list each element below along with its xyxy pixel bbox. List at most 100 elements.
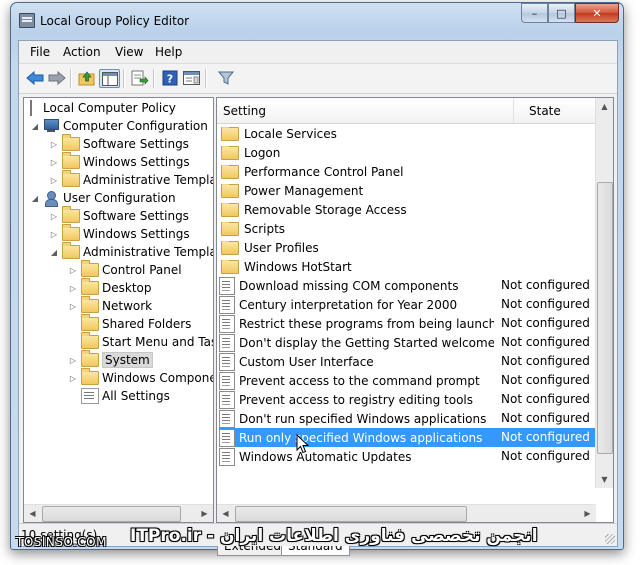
list-item[interactable]: Windows HotStart — [219, 257, 599, 276]
setting-state: Not configured — [501, 316, 590, 330]
list-item[interactable]: Download missing COM components Not conf… — [219, 276, 599, 295]
tree-item-system[interactable]: ▷ System — [68, 350, 153, 369]
list-item[interactable]: User Profiles — [219, 238, 599, 257]
tree-item-network[interactable]: ▷ Network — [68, 296, 153, 315]
show-extended-view-button[interactable] — [182, 69, 201, 87]
tree-item-administrative-templates[interactable]: ◢ Administrative Templates — [49, 242, 213, 261]
export-list-button[interactable] — [130, 69, 149, 87]
toolbar: ? — [19, 63, 617, 94]
tree-item-label: Computer Configuration — [63, 119, 208, 133]
scrollbar-thumb[interactable] — [235, 506, 467, 522]
title-bar[interactable]: Local Group Policy Editor – □ ✕ — [11, 3, 623, 35]
list-item-selected[interactable]: Run only specified Windows applications … — [219, 428, 599, 447]
scroll-right-icon[interactable]: ▶ — [196, 505, 213, 522]
list-item[interactable]: Don't display the Getting Started welcom… — [219, 333, 599, 352]
list-vertical-scrollbar[interactable]: ▲ ▼ — [595, 98, 613, 488]
tree-item-desktop[interactable]: ▷ Desktop — [68, 278, 152, 297]
collapse-arrow-icon[interactable]: ◢ — [49, 246, 59, 258]
setting-state: Not configured — [501, 354, 590, 368]
list-item[interactable]: Scripts — [219, 219, 599, 238]
console-tree-pane[interactable]: Local Computer Policy ◢ Computer Configu… — [23, 97, 214, 523]
tree-item-user-configuration[interactable]: ◢ User Configuration — [30, 189, 176, 207]
tree-item-windows-components[interactable]: ▷ Windows Components — [68, 368, 213, 387]
up-one-level-button[interactable] — [77, 69, 96, 87]
resize-grip-icon[interactable] — [605, 534, 615, 544]
menu-action[interactable]: Action — [63, 45, 101, 59]
menu-help[interactable]: Help — [155, 45, 182, 59]
setting-name: Windows Automatic Updates — [239, 449, 412, 464]
back-button[interactable] — [25, 69, 44, 87]
folder-icon — [62, 206, 80, 223]
expand-arrow-icon[interactable]: ▷ — [49, 138, 59, 150]
folder-icon — [81, 296, 99, 313]
column-setting[interactable]: Setting — [223, 104, 266, 118]
tree-item-administrative-templates[interactable]: ▷ Administrative Templates — [49, 170, 213, 189]
menu-view[interactable]: View — [115, 45, 143, 59]
expand-arrow-icon[interactable]: ▷ — [68, 300, 78, 312]
window-title: Local Group Policy Editor — [40, 14, 190, 28]
mouse-cursor-icon — [296, 434, 310, 454]
column-divider[interactable] — [513, 98, 514, 123]
list-item[interactable]: Locale Services — [219, 124, 599, 143]
setting-name: Power Management — [244, 183, 364, 198]
folder-icon — [81, 278, 99, 295]
policy-setting-icon — [219, 447, 235, 466]
tree-item-software-settings[interactable]: ▷ Software Settings — [49, 134, 189, 153]
tree-horizontal-scrollbar[interactable]: ◀ ▶ — [24, 504, 213, 522]
scroll-left-icon[interactable]: ◀ — [217, 505, 234, 522]
scrollbar-thumb[interactable] — [42, 506, 181, 522]
scrollbar-thumb[interactable] — [597, 182, 613, 454]
list-item[interactable]: Prevent access to the command prompt Not… — [219, 371, 599, 390]
expand-arrow-icon[interactable]: ▷ — [49, 156, 59, 168]
scroll-down-icon[interactable]: ▼ — [596, 471, 613, 488]
menu-file[interactable]: File — [30, 45, 50, 59]
scroll-right-icon[interactable]: ▶ — [579, 505, 596, 522]
maximize-button[interactable]: □ — [548, 3, 575, 23]
tree-item-local-computer-policy[interactable]: Local Computer Policy — [26, 99, 176, 117]
tree-item-windows-settings[interactable]: ▷ Windows Settings — [49, 224, 190, 243]
setting-name: Restrict these programs from being launc… — [239, 316, 494, 331]
scroll-up-icon[interactable]: ▲ — [596, 98, 613, 115]
tree-item-start-menu-and-taskbar[interactable]: Start Menu and Taskba — [68, 332, 213, 351]
list-item[interactable]: Restrict these programs from being launc… — [219, 314, 599, 333]
tree-item-shared-folders[interactable]: Shared Folders — [68, 314, 191, 333]
collapse-arrow-icon[interactable]: ◢ — [30, 120, 40, 132]
expand-arrow-icon[interactable]: ▷ — [49, 210, 59, 222]
folder-icon — [62, 152, 80, 169]
column-state[interactable]: State — [529, 104, 561, 118]
list-item[interactable]: Don't run specified Windows applications… — [219, 409, 599, 428]
list-horizontal-scrollbar[interactable]: ◀ ▶ — [217, 504, 596, 522]
details-pane[interactable]: Setting State Locale Services Logon Perf… — [216, 97, 614, 523]
list-item[interactable]: Removable Storage Access — [219, 200, 599, 219]
forward-button[interactable] — [47, 69, 66, 87]
expand-arrow-icon[interactable]: ▷ — [68, 354, 78, 366]
list-item[interactable]: Power Management — [219, 181, 599, 200]
show-hide-tree-button[interactable] — [99, 69, 120, 88]
list-item[interactable]: Windows Automatic Updates Not configured — [219, 447, 599, 466]
filter-button[interactable] — [216, 69, 235, 87]
help-button[interactable]: ? — [160, 69, 179, 87]
expand-arrow-icon[interactable]: ▷ — [68, 264, 78, 276]
tree-item-software-settings[interactable]: ▷ Software Settings — [49, 206, 189, 225]
close-button[interactable]: ✕ — [575, 3, 619, 23]
setting-state: Not configured — [501, 392, 590, 406]
list-item[interactable]: Century interpretation for Year 2000 Not… — [219, 295, 599, 314]
list-item[interactable]: Logon — [219, 143, 599, 162]
expand-arrow-icon[interactable]: ▷ — [68, 282, 78, 294]
tree-item-windows-settings[interactable]: ▷ Windows Settings — [49, 152, 190, 171]
tree-item-label: Network — [102, 299, 153, 313]
expand-arrow-icon[interactable]: ▷ — [49, 228, 59, 240]
minimize-button[interactable]: – — [521, 3, 548, 23]
expand-arrow-icon[interactable]: ▷ — [68, 372, 78, 384]
collapse-arrow-icon[interactable]: ◢ — [30, 192, 40, 204]
tree-item-control-panel[interactable]: ▷ Control Panel — [68, 260, 182, 279]
expand-arrow-icon[interactable]: ▷ — [49, 174, 59, 186]
tree-item-computer-configuration[interactable]: ◢ Computer Configuration — [30, 117, 208, 135]
list-item[interactable]: Custom User Interface Not configured — [219, 352, 599, 371]
folder-icon — [221, 202, 239, 217]
scroll-left-icon[interactable]: ◀ — [24, 505, 41, 522]
list-item[interactable]: Performance Control Panel — [219, 162, 599, 181]
tree-item-all-settings[interactable]: All Settings — [68, 387, 170, 405]
list-item[interactable]: Prevent access to registry editing tools… — [219, 390, 599, 409]
properties-window-icon — [183, 71, 200, 85]
